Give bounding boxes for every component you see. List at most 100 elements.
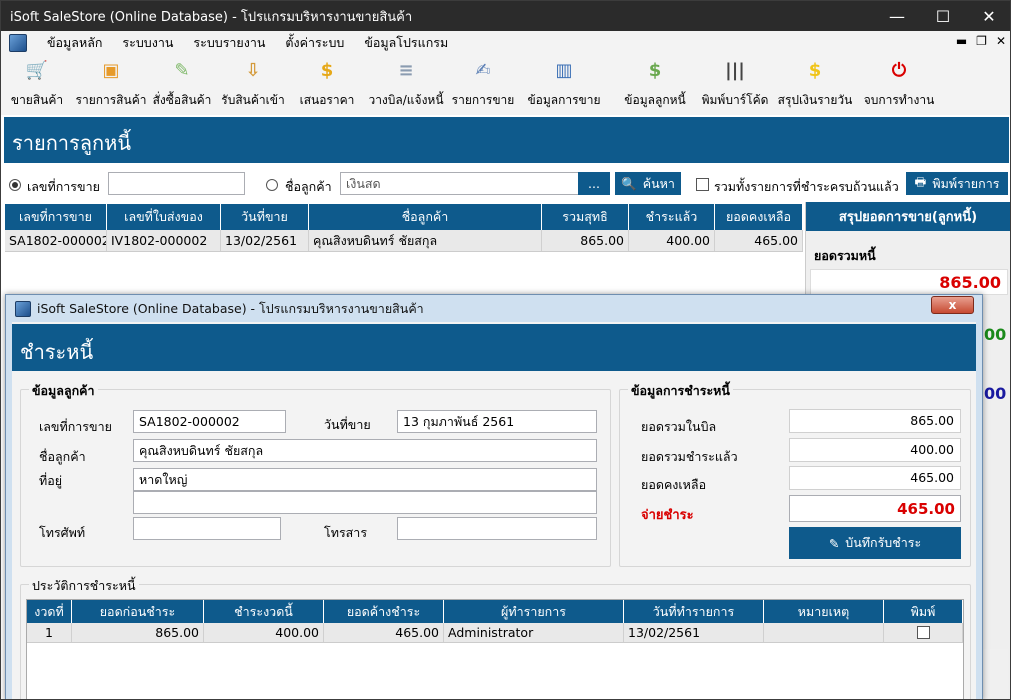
sale-no-field[interactable] [133, 410, 286, 433]
maximize-icon[interactable]: ☐ [920, 1, 966, 31]
address-line2-field[interactable] [133, 491, 597, 514]
toolbar-button-7[interactable]: ▥ ข้อมูลการขาย [517, 55, 611, 115]
toolbar-button-8[interactable]: $ ข้อมูลลูกหนี้ [611, 55, 699, 115]
col-txn-date[interactable]: วันที่ทำรายการ [624, 600, 764, 623]
printer-icon: 🖶 [914, 174, 927, 189]
browse-customer-button[interactable]: ... [578, 172, 610, 195]
search-label: ค้นหา [642, 175, 675, 191]
sale-date-field[interactable] [397, 410, 597, 433]
debtor-grid: เลขที่การขาย เลขที่ใบส่งของ วันที่ขาย ชื… [5, 204, 803, 252]
receive-box-icon: ⇩ [245, 59, 261, 81]
toolbar-button-10[interactable]: $ สรุปเงินรายวัน [771, 55, 859, 115]
history-row[interactable]: 1 865.00 400.00 465.00 Administrator 13/… [27, 623, 963, 643]
payment-info-group: ข้อมูลการชำระหนี้ ยอดรวมในบิล 865.00 ยอด… [619, 381, 971, 567]
cell-delivery-no: IV1802-000002 [107, 230, 221, 251]
radio-sale-no[interactable] [9, 179, 21, 191]
print-checkbox[interactable] [916, 626, 930, 639]
customer-input[interactable] [340, 172, 579, 195]
minimize-icon[interactable]: — [874, 1, 920, 31]
menu-system[interactable]: ระบบงาน [112, 33, 183, 53]
col-operator[interactable]: ผู้ทำรายการ [444, 600, 624, 623]
toolbar-button-5[interactable]: ≡ วางบิล/แจ้งหนี้ [363, 55, 449, 115]
customer-name-field[interactable] [133, 439, 597, 462]
radio-customer[interactable] [266, 179, 278, 191]
window-title: iSoft SaleStore (Online Database) - โปรแ… [10, 9, 413, 25]
cell-operator: Administrator [444, 623, 624, 642]
address-label: ที่อยู่ [39, 473, 63, 488]
toolbar-button-1[interactable]: ▣ รายการสินค้า [73, 55, 149, 115]
toolbar-button-0[interactable]: 🛒 ขายสินค้า [1, 55, 73, 115]
toolbar-button-11[interactable]: ⏻ จบการทำงาน [859, 55, 939, 115]
sale-no-input[interactable] [108, 172, 245, 195]
toolbar-label: สั่งซื้อสินค้า [152, 93, 212, 107]
debtor-grid-header: เลขที่การขาย เลขที่ใบส่งของ วันที่ขาย ชื… [5, 204, 803, 230]
toolbar-button-6[interactable]: ✍ รายการขาย [449, 55, 517, 115]
menu-settings[interactable]: ตั้งค่าระบบ [275, 33, 354, 53]
address-line1-field[interactable] [133, 468, 597, 491]
toolbar-button-2[interactable]: ✎ สั่งซื้อสินค้า [149, 55, 215, 115]
sale-no-label: เลขที่การขาย [39, 419, 112, 434]
include-paid-checkbox[interactable] [696, 178, 709, 191]
app-icon [9, 34, 27, 52]
phone-field[interactable] [133, 517, 281, 540]
cell-sale-date: 13/02/2561 [221, 230, 309, 251]
toolbar-label: รับสินค้าเข้า [221, 93, 285, 107]
menu-master-data[interactable]: ข้อมูลหลัก [37, 33, 112, 53]
col-balance[interactable]: ยอดคงเหลือ [715, 204, 803, 230]
include-paid-label: รวมทั้งรายการที่ชำระครบถ้วนแล้ว [714, 179, 899, 194]
pay-amount-input[interactable] [789, 495, 961, 522]
payment-dialog: iSoft SaleStore (Online Database) - โปรแ… [5, 294, 983, 699]
customer-name-label: ชื่อลูกค้า [39, 449, 86, 464]
money-hand-icon: $ [648, 59, 662, 81]
col-delivery-no[interactable]: เลขที่ใบส่งของ [107, 204, 221, 230]
dialog-title-bar: iSoft SaleStore (Online Database) - โปรแ… [6, 295, 982, 322]
pencil-icon: ✎ [174, 59, 190, 81]
payment-history-title: ประวัติการชำระหนี้ [29, 576, 139, 596]
col-sale-no[interactable]: เลขที่การขาย [5, 204, 107, 230]
col-print[interactable]: พิมพ์ [884, 600, 963, 623]
col-customer[interactable]: ชื่อลูกค้า [309, 204, 542, 230]
mdi-restore-icon[interactable]: ❐ [976, 34, 987, 48]
cell-before-pay: 865.00 [72, 623, 204, 642]
table-row[interactable]: SA1802-000002 IV1802-000002 13/02/2561 ค… [5, 230, 803, 252]
save-payment-button[interactable]: ✎ บันทึกรับชำระ [789, 527, 961, 559]
menu-reports[interactable]: ระบบรายงาน [183, 33, 275, 53]
mdi-controls: ▬ ❐ ✕ [956, 34, 1006, 48]
mdi-minimize-icon[interactable]: ▬ [956, 34, 967, 48]
document-icon: ≡ [398, 59, 414, 81]
cell-installment: 1 [27, 623, 72, 642]
col-net-total[interactable]: รวมสุทธิ [542, 204, 629, 230]
mdi-close-icon[interactable]: ✕ [996, 34, 1006, 48]
close-icon[interactable]: ✕ [966, 1, 1010, 31]
fax-field[interactable] [397, 517, 597, 540]
col-outstanding[interactable]: ยอดค้างชำระ [324, 600, 444, 623]
cell-customer: คุณสิงหบดินทร์ ชัยสกุล [309, 230, 542, 251]
toolbar-label: พิมพ์บาร์โค้ด [701, 93, 769, 107]
app-window: iSoft SaleStore (Online Database) - โปรแ… [0, 0, 1011, 700]
toolbar-label: วางบิล/แจ้งหนี้ [368, 93, 444, 107]
toolbar-label: รายการขาย [451, 93, 515, 107]
col-note[interactable]: หมายเหตุ [764, 600, 884, 623]
payment-history-grid: งวดที่ ยอดก่อนชำระ ชำระงวดนี้ ยอดค้างชำร… [26, 599, 964, 699]
balance-value: 465.00 [789, 466, 961, 490]
summary-title: สรุปยอดการขาย(ลูกหนี้) [806, 202, 1010, 231]
menu-program-info[interactable]: ข้อมูลโปรแกรม [354, 33, 458, 53]
dialog-app-icon [15, 300, 31, 317]
search-button[interactable]: 🔍 ค้นหา [615, 172, 681, 195]
dialog-body: ชำระหนี้ ข้อมูลลูกค้า เลขที่การขาย วันที… [12, 322, 976, 699]
toolbar-button-4[interactable]: $ เสนอราคา [291, 55, 363, 115]
toolbar-button-9[interactable]: ||| พิมพ์บาร์โค้ด [699, 55, 771, 115]
dialog-close-button[interactable]: x [931, 296, 974, 314]
binders-icon: ▥ [555, 59, 573, 81]
col-paid[interactable]: ชำระแล้ว [629, 204, 715, 230]
page-title: รายการลูกหนี้ [4, 117, 1009, 163]
radio-customer-label: ชื่อลูกค้า [285, 179, 332, 194]
print-list-button[interactable]: 🖶 พิมพ์รายการ [906, 172, 1008, 195]
toolbar-label: ข้อมูลการขาย [527, 93, 601, 107]
col-sale-date[interactable]: วันที่ขาย [221, 204, 309, 230]
col-before-pay[interactable]: ยอดก่อนชำระ [72, 600, 204, 623]
col-paid-this[interactable]: ชำระงวดนี้ [204, 600, 324, 623]
dialog-header: ชำระหนี้ [12, 324, 976, 371]
col-installment[interactable]: งวดที่ [27, 600, 72, 623]
toolbar-button-3[interactable]: ⇩ รับสินค้าเข้า [215, 55, 291, 115]
